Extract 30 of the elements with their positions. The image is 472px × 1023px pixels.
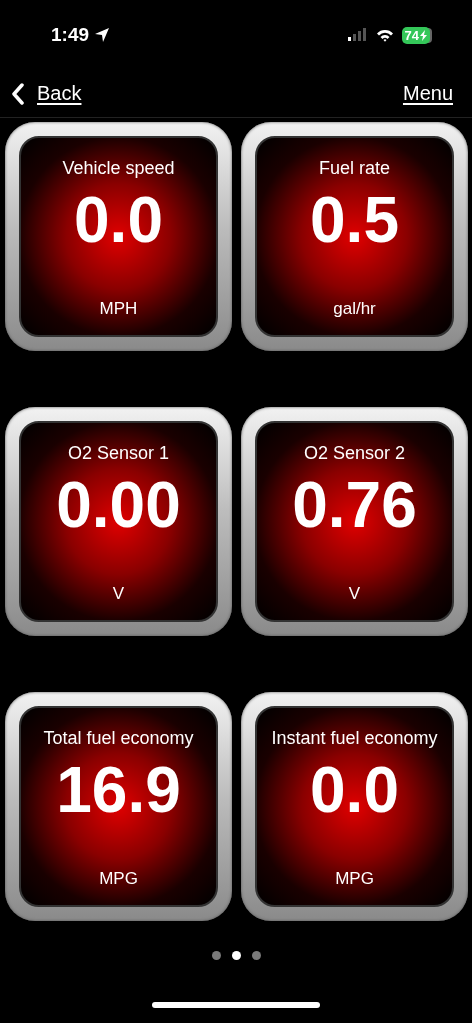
location-arrow-icon	[94, 27, 111, 43]
menu-link[interactable]: Menu	[402, 82, 453, 105]
signal-icon	[347, 28, 368, 42]
gauge-unit: MPG	[335, 869, 374, 889]
gauge-title: Instant fuel economy	[271, 728, 438, 749]
gauge-unit: MPG	[99, 869, 138, 889]
gauge-unit: MPH	[99, 299, 138, 319]
chevron-left-icon	[11, 82, 25, 105]
gauge-title: O2 Sensor 1	[67, 443, 170, 464]
gauge-value: 16.9	[56, 755, 181, 826]
gauge-title: O2 Sensor 2	[303, 443, 406, 464]
gauge-value: 0.76	[292, 470, 417, 541]
page-dot[interactable]	[251, 951, 261, 960]
gauge-title: Fuel rate	[318, 158, 390, 179]
page-dot[interactable]	[211, 951, 221, 960]
gauge-unit: gal/hr	[333, 299, 376, 319]
battery-level: 74	[404, 27, 419, 43]
gauge-value: 0.0	[74, 185, 163, 256]
gauge-unit: V	[348, 584, 361, 604]
gauge-value: 0.0	[310, 755, 399, 826]
charging-bolt-icon	[420, 29, 427, 41]
gauge-value: 0.5	[310, 185, 399, 256]
gauge-title: Total fuel economy	[43, 728, 194, 749]
gauge-value: 0.00	[56, 470, 181, 541]
status-time: 1:49	[51, 24, 90, 46]
gauge-unit: V	[112, 584, 125, 604]
back-link[interactable]: Back	[11, 82, 82, 105]
page-dot[interactable]	[231, 951, 241, 960]
wifi-icon	[375, 28, 394, 42]
gauge-title: Vehicle speed	[62, 158, 175, 179]
